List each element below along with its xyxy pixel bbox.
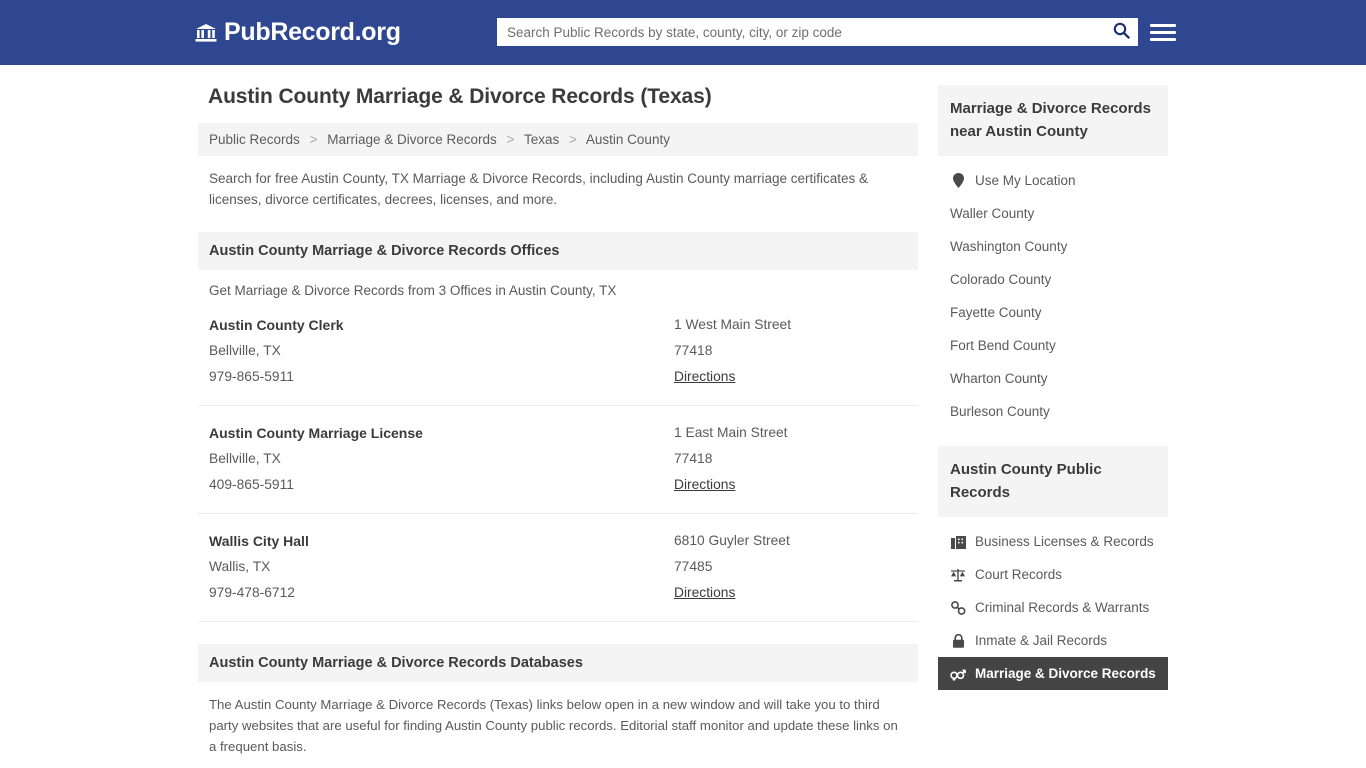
breadcrumb-item-public-records[interactable]: Public Records bbox=[209, 132, 300, 147]
office-info: Austin County Marriage License Bellville… bbox=[209, 420, 674, 498]
office-address: 6810 Guyler Street 77485 Directions bbox=[674, 528, 907, 606]
office-name: Austin County Clerk bbox=[209, 317, 344, 333]
office-zip: 77418 bbox=[674, 343, 713, 358]
sidebar-item-label: Marriage & Divorce Records bbox=[975, 666, 1156, 681]
office-zip: 77418 bbox=[674, 451, 713, 466]
sidebar-item-waller-county[interactable]: Waller County bbox=[938, 197, 1168, 230]
bank-building-icon bbox=[195, 23, 217, 43]
sidebar-item-criminal-records[interactable]: Criminal Records & Warrants bbox=[938, 591, 1168, 624]
breadcrumb: Public Records > Marriage & Divorce Reco… bbox=[198, 123, 918, 156]
sidebar-item-label: Criminal Records & Warrants bbox=[975, 600, 1150, 615]
records-panel-list: Business Licenses & Records Court Record… bbox=[938, 517, 1168, 690]
sidebar-item-label: Colorado County bbox=[950, 272, 1052, 287]
office-row: Wallis City Hall Wallis, TX 979-478-6712… bbox=[198, 514, 918, 622]
sidebar-item-fayette-county[interactable]: Fayette County bbox=[938, 296, 1168, 329]
sidebar-item-label: Court Records bbox=[975, 567, 1063, 582]
office-row: Austin County Clerk Bellville, TX 979-86… bbox=[198, 298, 918, 406]
gender-symbols-icon bbox=[950, 667, 966, 681]
offices-section-subheading: Get Marriage & Divorce Records from 3 Of… bbox=[209, 283, 617, 298]
search-button[interactable] bbox=[1104, 18, 1138, 46]
lock-icon bbox=[950, 633, 966, 648]
office-phone: 979-865-5911 bbox=[209, 369, 294, 384]
sidebar-item-label: Use My Location bbox=[975, 173, 1076, 188]
databases-section-description: The Austin County Marriage & Divorce Rec… bbox=[209, 697, 898, 754]
databases-section-heading: Austin County Marriage & Divorce Records… bbox=[198, 644, 918, 682]
sidebar-item-business-licenses[interactable]: Business Licenses & Records bbox=[938, 525, 1168, 558]
office-name: Austin County Marriage License bbox=[209, 425, 423, 441]
office-city-state: Bellville, TX bbox=[209, 343, 281, 358]
office-address: 1 East Main Street 77418 Directions bbox=[674, 420, 907, 498]
content-container: Austin County Marriage & Divorce Records… bbox=[198, 65, 1168, 754]
office-name: Wallis City Hall bbox=[209, 533, 309, 549]
office-city-state: Wallis, TX bbox=[209, 559, 271, 574]
office-street: 6810 Guyler Street bbox=[674, 533, 790, 548]
office-info: Wallis City Hall Wallis, TX 979-478-6712 bbox=[209, 528, 674, 606]
search-icon bbox=[1113, 22, 1130, 42]
page-title: Austin County Marriage & Divorce Records… bbox=[208, 85, 712, 108]
sidebar-item-label: Washington County bbox=[950, 239, 1068, 254]
sidebar-item-wharton-county[interactable]: Wharton County bbox=[938, 362, 1168, 395]
offices-section-heading: Austin County Marriage & Divorce Records… bbox=[198, 232, 918, 270]
sidebar-item-washington-county[interactable]: Washington County bbox=[938, 230, 1168, 263]
records-panel-heading: Austin County Public Records bbox=[938, 446, 1168, 517]
breadcrumb-separator: > bbox=[569, 132, 577, 147]
briefcase-icon bbox=[950, 535, 966, 549]
site-logo[interactable]: PubRecord.org bbox=[195, 18, 401, 47]
office-row: Austin County Marriage License Bellville… bbox=[198, 406, 918, 514]
office-street: 1 West Main Street bbox=[674, 317, 792, 332]
office-city-state: Bellville, TX bbox=[209, 451, 281, 466]
sidebar-item-burleson-county[interactable]: Burleson County bbox=[938, 395, 1168, 428]
scales-of-justice-icon bbox=[950, 568, 966, 582]
breadcrumb-item-austin-county: Austin County bbox=[585, 132, 670, 147]
hamburger-menu-icon[interactable] bbox=[1150, 18, 1176, 46]
database-entry: Austin County Divorce Certificates Repor… bbox=[198, 757, 918, 768]
sidebar-item-fort-bend-county[interactable]: Fort Bend County bbox=[938, 329, 1168, 362]
nearby-panel-list: Use My Location Waller County Washington… bbox=[938, 156, 1168, 428]
sidebar-item-label: Fayette County bbox=[950, 305, 1042, 320]
breadcrumb-item-marriage-divorce-records[interactable]: Marriage & Divorce Records bbox=[327, 132, 497, 147]
office-info: Austin County Clerk Bellville, TX 979-86… bbox=[209, 312, 674, 390]
sidebar: Marriage & Divorce Records near Austin C… bbox=[938, 85, 1168, 690]
sidebar-item-label: Waller County bbox=[950, 206, 1035, 221]
sidebar-item-colorado-county[interactable]: Colorado County bbox=[938, 263, 1168, 296]
sidebar-item-label: Wharton County bbox=[950, 371, 1048, 386]
breadcrumb-item-texas[interactable]: Texas bbox=[524, 132, 559, 147]
office-zip: 77485 bbox=[674, 559, 713, 574]
directions-link[interactable]: Directions bbox=[674, 472, 735, 498]
office-phone: 409-865-5911 bbox=[209, 477, 294, 492]
sidebar-item-label: Inmate & Jail Records bbox=[975, 633, 1108, 648]
search-input[interactable] bbox=[497, 19, 1104, 45]
sidebar-item-court-records[interactable]: Court Records bbox=[938, 558, 1168, 591]
breadcrumb-separator: > bbox=[506, 132, 515, 147]
brand-name: PubRecord.org bbox=[224, 18, 401, 46]
sidebar-item-marriage-divorce-records[interactable]: Marriage & Divorce Records bbox=[938, 657, 1168, 690]
directions-link[interactable]: Directions bbox=[674, 580, 735, 606]
sidebar-item-inmate-jail-records[interactable]: Inmate & Jail Records bbox=[938, 624, 1168, 657]
sidebar-item-label: Fort Bend County bbox=[950, 338, 1056, 353]
sidebar-item-label: Business Licenses & Records bbox=[975, 534, 1154, 549]
office-phone: 979-478-6712 bbox=[209, 585, 295, 600]
sidebar-item-label: Burleson County bbox=[950, 404, 1050, 419]
directions-link[interactable]: Directions bbox=[674, 364, 735, 390]
sidebar-item-use-my-location[interactable]: Use My Location bbox=[938, 164, 1168, 197]
page-body: Austin County Marriage & Divorce Records… bbox=[0, 65, 1366, 754]
search-bar[interactable] bbox=[497, 18, 1138, 46]
site-header: PubRecord.org bbox=[0, 0, 1366, 65]
office-street: 1 East Main Street bbox=[674, 425, 788, 440]
map-pin-icon bbox=[950, 173, 966, 188]
breadcrumb-separator: > bbox=[309, 132, 318, 147]
nearby-panel-heading: Marriage & Divorce Records near Austin C… bbox=[938, 85, 1168, 156]
office-address: 1 West Main Street 77418 Directions bbox=[674, 312, 907, 390]
main-content: Austin County Marriage & Divorce Records… bbox=[198, 85, 918, 768]
handcuffs-icon bbox=[950, 600, 966, 615]
intro-text: Search for free Austin County, TX Marria… bbox=[209, 171, 869, 207]
